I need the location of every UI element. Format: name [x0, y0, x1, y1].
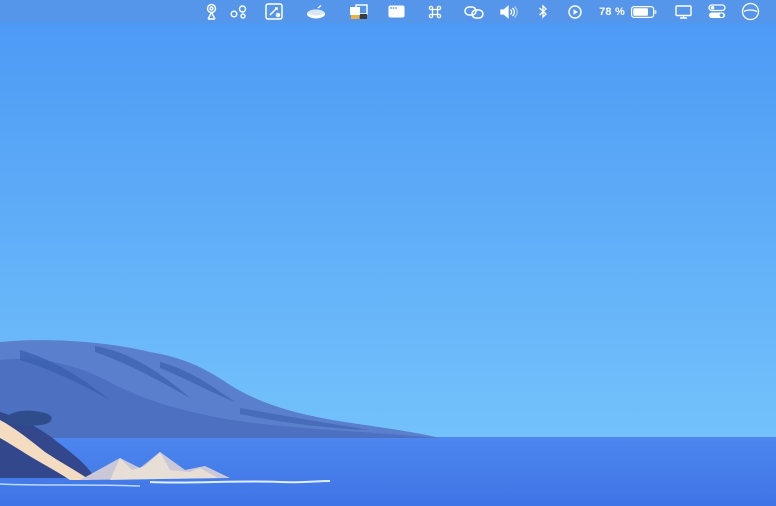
- display-icon[interactable]: [673, 2, 693, 21]
- link-icon[interactable]: [462, 2, 486, 21]
- battery-icon[interactable]: [630, 2, 658, 21]
- airdrop-icon[interactable]: [202, 2, 220, 21]
- play-icon[interactable]: [566, 2, 584, 21]
- control-center-icon[interactable]: [706, 2, 728, 21]
- menu-bar: 78 %: [0, 0, 776, 23]
- battery-percent-label: 78 %: [599, 5, 625, 18]
- edit-screenshot-icon[interactable]: [264, 2, 284, 21]
- drive-icon[interactable]: [305, 2, 327, 21]
- window-icon[interactable]: [386, 2, 406, 21]
- battery-percent[interactable]: 78 %: [596, 2, 628, 21]
- bluetooth-icon[interactable]: [535, 2, 551, 21]
- volume-icon[interactable]: [499, 2, 519, 21]
- clock-icon[interactable]: [739, 2, 761, 21]
- screens-icon[interactable]: [347, 2, 369, 21]
- connections-icon[interactable]: [229, 2, 249, 21]
- desktop[interactable]: 78 %: [0, 0, 776, 506]
- battery-fill: [633, 7, 648, 16]
- command-key-icon[interactable]: [426, 2, 444, 21]
- wallpaper: [0, 0, 776, 506]
